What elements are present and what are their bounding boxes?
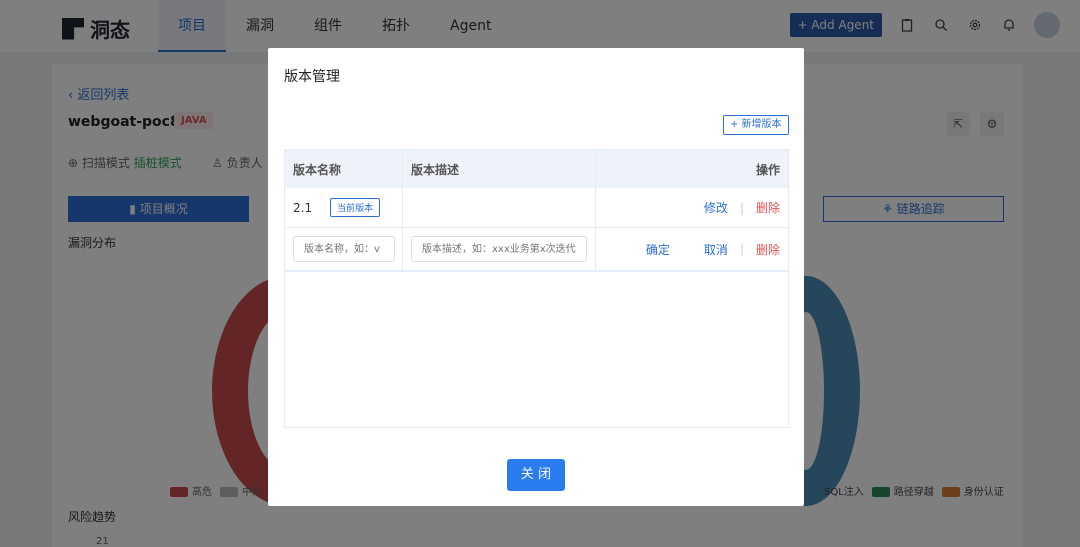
delete-button[interactable]: 删除 <box>756 199 780 216</box>
delete-button[interactable]: 删除 <box>756 241 780 258</box>
table-row-edit: 确定 取消 | 删除 <box>285 228 788 272</box>
version-desc-cell <box>403 188 596 227</box>
version-desc-input[interactable] <box>411 236 587 262</box>
add-version-button[interactable]: + 新增版本 <box>723 115 789 135</box>
dialog-title: 版本管理 <box>284 69 340 85</box>
version-name: 2.1 <box>293 200 313 215</box>
action-separator: | <box>739 200 744 215</box>
row-actions: 修改 | 删除 <box>596 188 788 227</box>
version-name-input[interactable] <box>293 236 395 262</box>
col-header-name: 版本名称 <box>285 150 403 188</box>
col-header-desc: 版本描述 <box>403 150 596 188</box>
version-table: 版本名称 版本描述 操作 2.1 当前版本 修改 | 删除 版本名称，如：v 版… <box>284 149 789 428</box>
action-separator: | <box>739 242 744 256</box>
close-button[interactable]: 关 闭 <box>507 459 565 491</box>
current-version-badge: 当前版本 <box>330 198 381 217</box>
table-row: 2.1 当前版本 修改 | 删除 <box>285 188 788 228</box>
version-desc-input-cell <box>403 228 596 270</box>
table-header: 版本名称 版本描述 操作 <box>285 150 788 188</box>
version-management-dialog: 版本管理 + 新增版本 版本名称 版本描述 操作 2.1 当前版本 修改 | 删… <box>268 48 804 506</box>
confirm-button[interactable]: 确定 <box>646 241 670 258</box>
edit-row-actions: 确定 取消 | 删除 <box>596 228 788 270</box>
edit-button[interactable]: 修改 <box>704 199 728 216</box>
col-header-ops: 操作 <box>755 162 780 177</box>
version-name-input-cell <box>285 228 403 270</box>
cancel-button[interactable]: 取消 <box>704 241 728 258</box>
version-name-cell: 2.1 当前版本 <box>285 188 403 227</box>
